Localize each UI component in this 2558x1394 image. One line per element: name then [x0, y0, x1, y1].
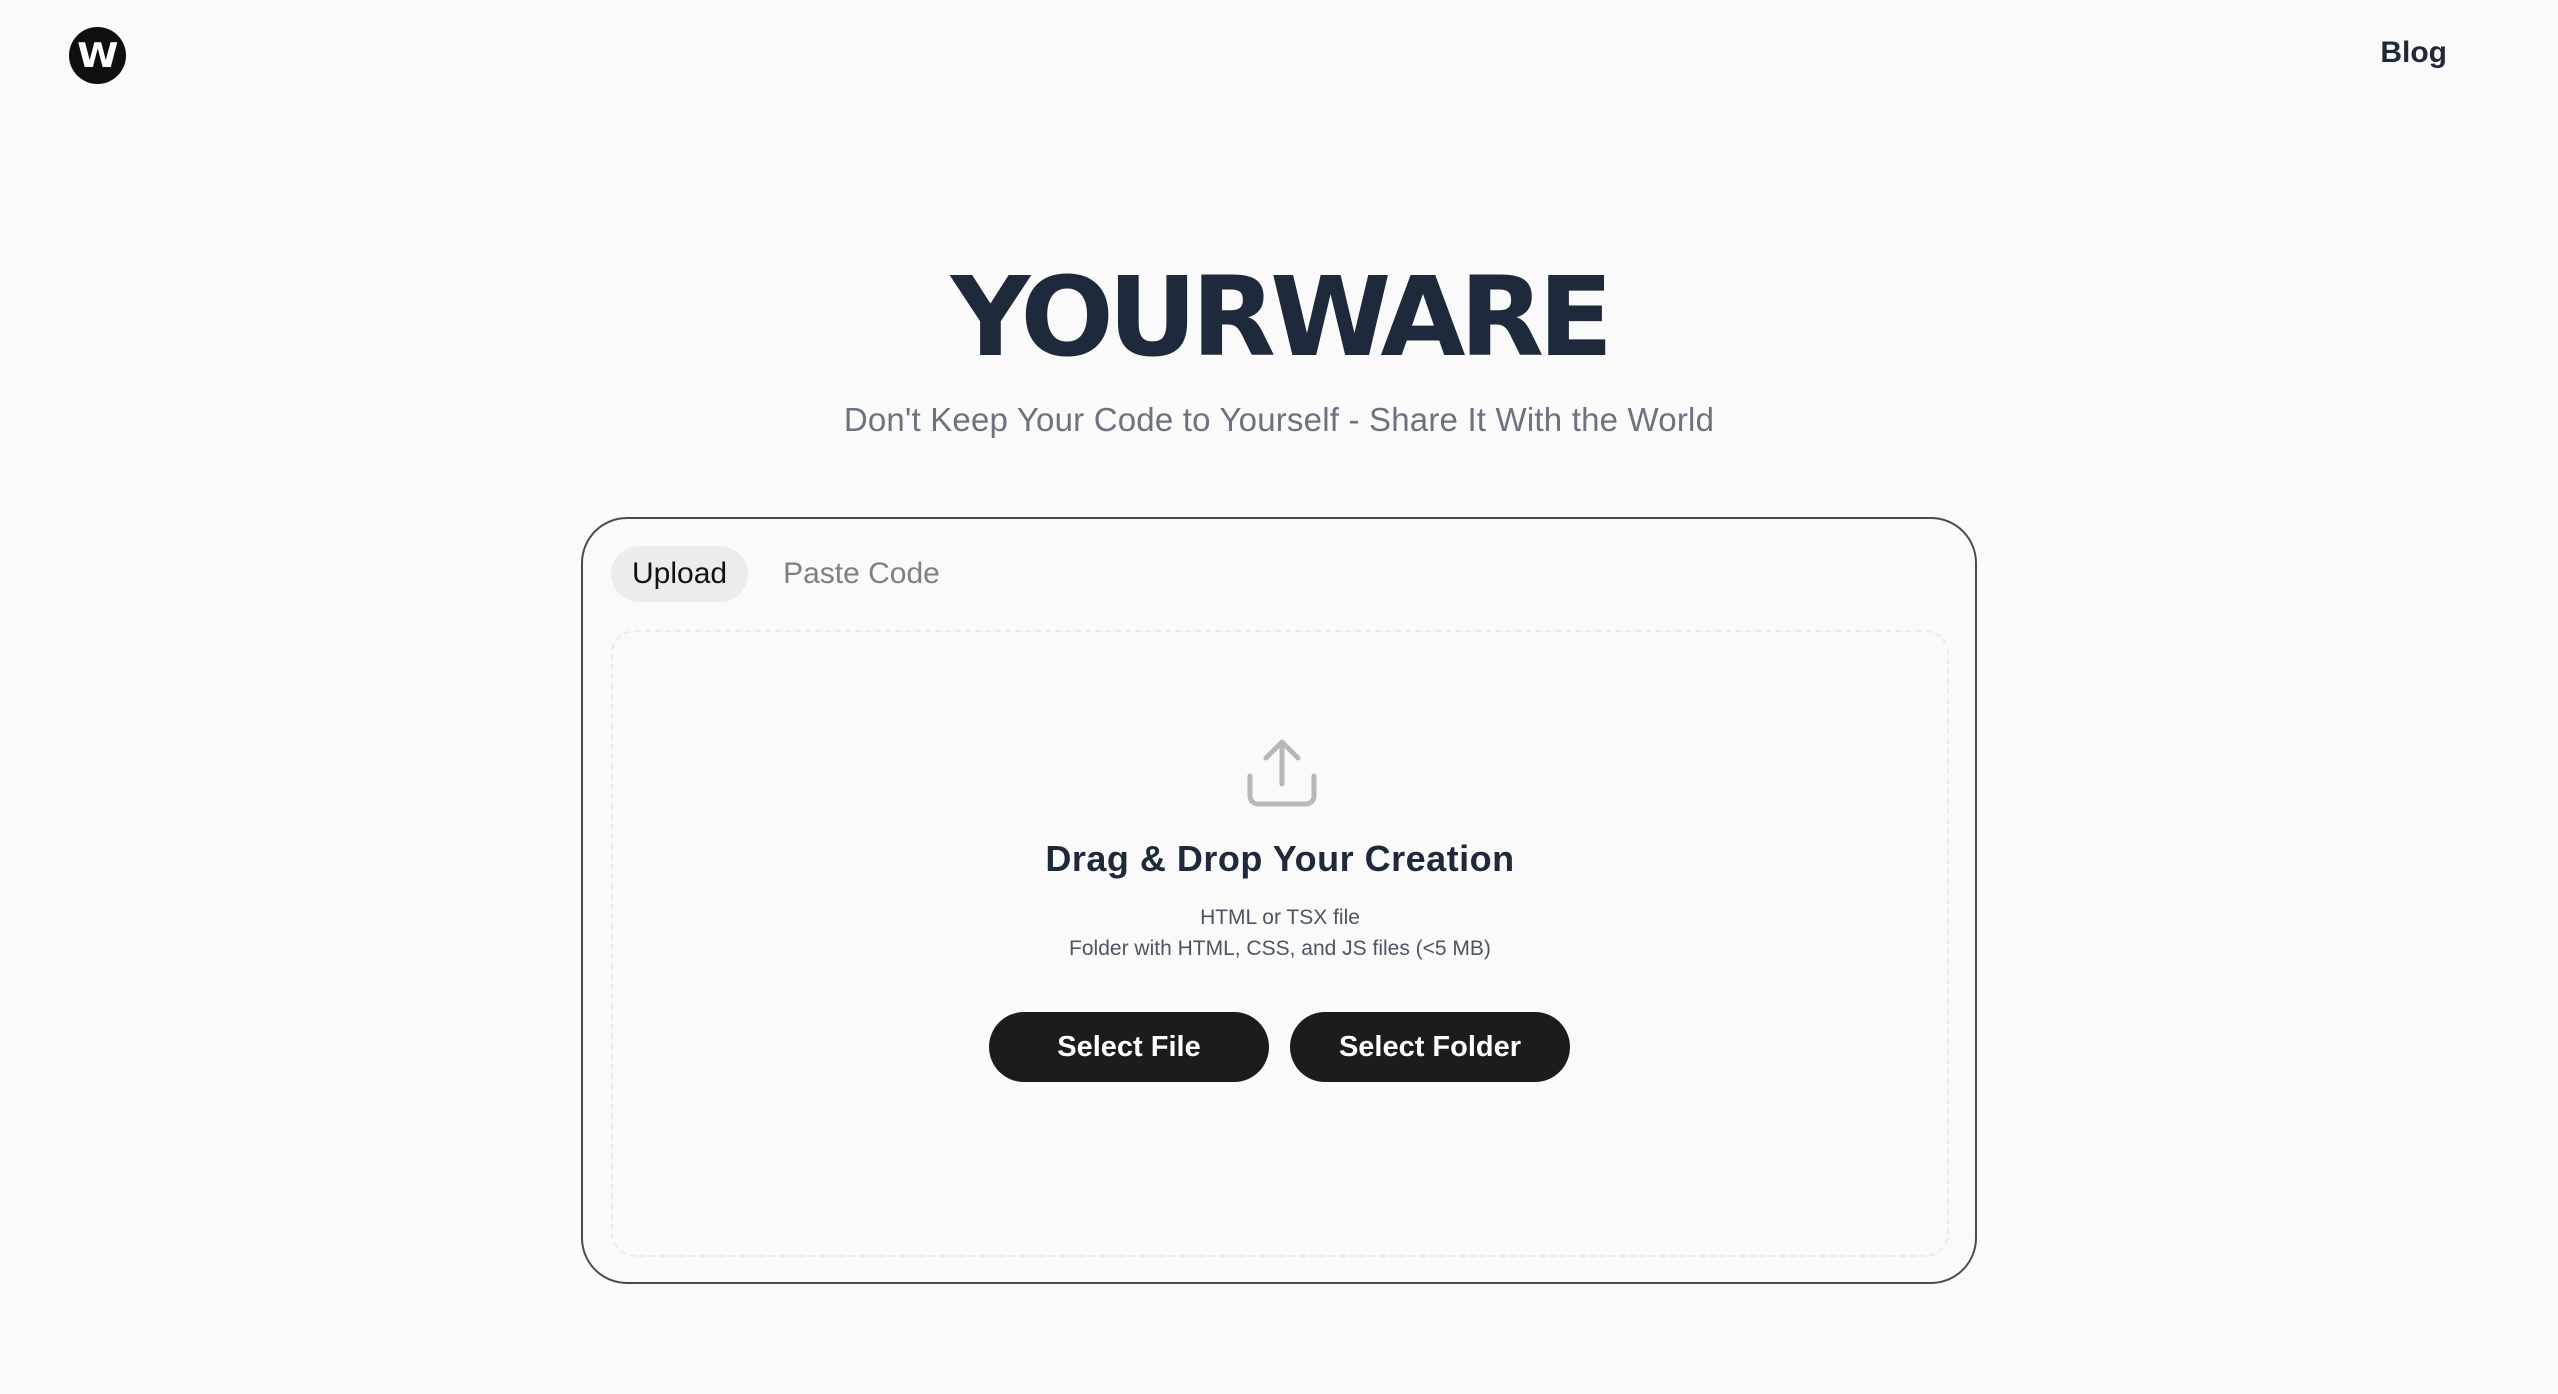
- drop-zone[interactable]: Drag & Drop Your Creation HTML or TSX fi…: [611, 630, 1949, 1257]
- select-folder-button[interactable]: Select Folder: [1290, 1012, 1570, 1082]
- drop-zone-hint-folder: Folder with HTML, CSS, and JS files (<5 …: [1069, 937, 1491, 960]
- tab-upload[interactable]: Upload: [611, 546, 749, 602]
- blog-link[interactable]: Blog: [2380, 36, 2447, 70]
- select-file-button[interactable]: Select File: [989, 1012, 1269, 1082]
- page-subtitle: Don't Keep Your Code to Yourself - Share…: [843, 401, 1715, 438]
- tab-bar: Upload Paste Code: [611, 546, 961, 602]
- yourware-logo[interactable]: W: [69, 27, 126, 84]
- logo-letter: W: [77, 35, 118, 76]
- drop-zone-hint-file: HTML or TSX file: [1200, 906, 1360, 929]
- tab-paste-code[interactable]: Paste Code: [762, 546, 961, 602]
- page-title: YOURWARE: [950, 253, 1614, 381]
- upload-card: Upload Paste Code Drag & Drop Your Creat…: [581, 517, 1977, 1284]
- drop-zone-title: Drag & Drop Your Creation: [1045, 838, 1515, 879]
- page: W Blog YOURWARE Don't Keep Your Code to …: [0, 0, 2558, 1394]
- upload-icon: [1247, 739, 1317, 807]
